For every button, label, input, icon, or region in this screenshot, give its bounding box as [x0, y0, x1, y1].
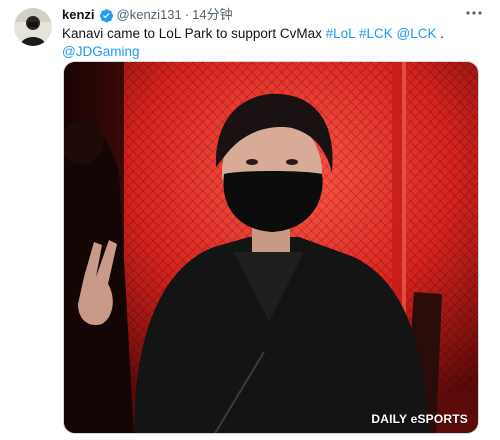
separator-dot: ·: [184, 7, 190, 22]
mention-jdgaming[interactable]: @JDGaming: [62, 44, 139, 59]
author-handle[interactable]: @kenzi131: [117, 7, 182, 23]
photo-scene: [64, 62, 478, 433]
avatar[interactable]: [14, 8, 52, 46]
author-name[interactable]: kenzi: [62, 7, 95, 23]
tweet-photo[interactable]: DAILY eSPORTS: [63, 61, 479, 434]
hashtag-lck[interactable]: #LCK: [359, 26, 393, 41]
verified-badge-icon: [99, 8, 114, 23]
media-watermark: DAILY eSPORTS: [371, 412, 468, 426]
mention-lck[interactable]: @LCK: [396, 26, 436, 41]
tweet-text: Kanavi came to LoL Park to support CvMax…: [62, 25, 482, 61]
hashtag-lol[interactable]: #LoL: [326, 26, 356, 41]
tweet-text-period: .: [440, 26, 444, 41]
more-options-icon[interactable]: [464, 6, 484, 20]
timestamp[interactable]: 14分钟: [192, 7, 232, 23]
tweet-card: kenzi @kenzi131 · 14分钟 Kanavi came to Lo…: [0, 0, 500, 440]
tweet-header: kenzi @kenzi131 · 14分钟: [62, 7, 233, 23]
tweet-text-main: Kanavi came to LoL Park to support CvMax: [62, 26, 322, 41]
